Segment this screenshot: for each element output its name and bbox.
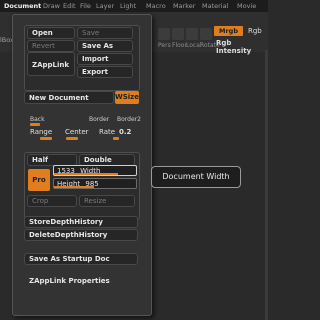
right-scroll-strip — [265, 50, 268, 320]
height-field[interactable]: Height 985 — [53, 178, 137, 189]
menu-movie[interactable]: Movie — [237, 1, 256, 11]
mrgb-button[interactable]: Mrgb — [214, 26, 243, 36]
menu-macro[interactable]: Macro — [146, 1, 166, 11]
delete-depth-history-button[interactable]: DeleteDepthHistory — [24, 229, 138, 241]
rotate-icon[interactable] — [200, 28, 212, 40]
border2-label[interactable]: Border2 — [117, 116, 141, 123]
local-icon[interactable] — [186, 28, 198, 40]
save-button[interactable]: Save — [77, 27, 133, 39]
revert-button[interactable]: Revert — [27, 40, 75, 52]
pers-label: Pers — [158, 42, 171, 49]
range-slider[interactable]: Range — [30, 128, 52, 136]
document-menu-panel: Open Save Revert Save As ZAppLink Import… — [12, 14, 152, 316]
menu-layer[interactable]: Layer — [96, 1, 114, 11]
export-button[interactable]: Export — [77, 66, 133, 78]
document-width-tooltip: Document Width — [151, 166, 241, 188]
border-label[interactable]: Border — [89, 116, 109, 123]
width-fill-bar — [54, 173, 118, 175]
zapplink-button[interactable]: ZAppLink — [27, 52, 75, 76]
rate-slider-label[interactable]: Rate — [99, 128, 115, 136]
wsize-button[interactable]: WSize — [115, 91, 139, 104]
resize-button[interactable]: Resize — [79, 195, 135, 207]
center-slider-fill — [66, 137, 78, 140]
zapplink-properties-label[interactable]: ZAppLink Properties — [29, 277, 110, 285]
range-slider-fill — [40, 137, 52, 140]
menu-light[interactable]: Light — [120, 1, 136, 11]
floor-label: Floor — [172, 42, 187, 49]
height-fill-bar — [54, 186, 94, 188]
back-color-swatch[interactable] — [30, 123, 40, 126]
back-label[interactable]: Back — [30, 116, 45, 123]
menu-marker[interactable]: Marker — [173, 1, 195, 11]
rate-slider-value[interactable]: 0.2 — [119, 128, 131, 136]
save-as-button[interactable]: Save As — [77, 40, 133, 52]
menu-material[interactable]: Material — [202, 1, 228, 11]
rgb-button[interactable]: Rgb — [248, 26, 262, 36]
rgb-intensity-slider[interactable]: Rgb Intensity — [216, 39, 268, 55]
pers-icon[interactable] — [158, 28, 170, 40]
crop-button[interactable]: Crop — [27, 195, 77, 207]
save-as-startup-doc-button[interactable]: Save As Startup Doc — [24, 253, 138, 265]
center-slider[interactable]: Center — [65, 128, 89, 136]
menu-file[interactable]: File — [80, 1, 91, 11]
new-document-button[interactable]: New Document — [24, 91, 114, 104]
menu-document[interactable]: Document — [4, 1, 41, 11]
floor-icon[interactable] — [172, 28, 184, 40]
rate-slider-fill — [113, 137, 119, 140]
menu-draw[interactable]: Draw — [43, 1, 60, 11]
store-depth-history-button[interactable]: StoreDepthHistory — [24, 216, 138, 228]
pro-toggle[interactable]: Pro — [28, 169, 50, 191]
width-field[interactable]: 1533 Width — [53, 165, 137, 176]
open-button[interactable]: Open — [27, 27, 75, 39]
import-button[interactable]: Import — [77, 53, 133, 65]
menu-edit[interactable]: Edit — [63, 1, 76, 11]
